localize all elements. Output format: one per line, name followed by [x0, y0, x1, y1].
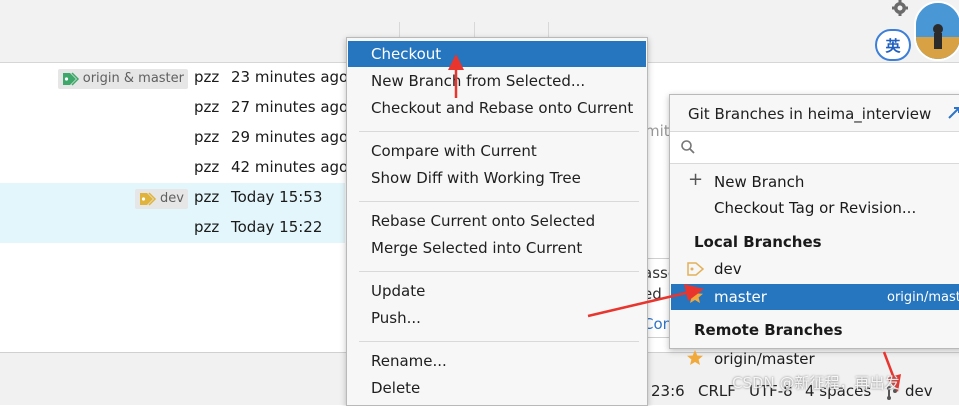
annotation-arrow-left: [587, 284, 704, 318]
annotation-arrow-up: [448, 54, 464, 98]
annotation-arrows: [448, 54, 901, 392]
watermark: CSDN @新征程，再出发: [732, 374, 900, 392]
